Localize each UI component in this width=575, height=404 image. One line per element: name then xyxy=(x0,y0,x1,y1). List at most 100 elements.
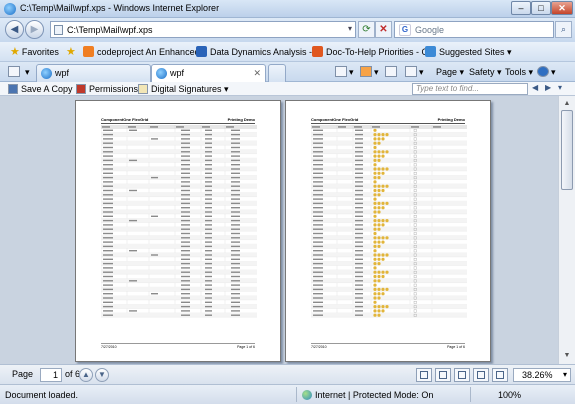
back-button[interactable]: ◀ xyxy=(5,20,24,39)
grid-header-cell xyxy=(150,126,158,128)
grid-cell-price xyxy=(181,293,190,295)
grid-row-band xyxy=(311,235,467,240)
grid-cell-cost xyxy=(231,262,240,265)
grid-row-band xyxy=(311,140,467,146)
print-button[interactable]: ▾ xyxy=(405,66,424,78)
find-next-icon[interactable]: ▶ xyxy=(545,83,551,92)
favorite-link-codeproject[interactable]: codeproject An Enhanced... xyxy=(83,45,207,59)
help-button[interactable]: ▾ xyxy=(537,66,556,78)
close-tab-icon[interactable]: ✕ xyxy=(253,65,261,81)
address-dropdown-icon[interactable]: ▾ xyxy=(348,24,352,33)
rating-star xyxy=(381,236,385,240)
zoom-value: 38.26% xyxy=(522,370,553,380)
rating-star xyxy=(373,266,377,270)
grid-cell-name xyxy=(103,224,113,226)
save-icon xyxy=(8,84,18,94)
rating-star xyxy=(385,270,389,274)
zoom-level[interactable]: 100% xyxy=(498,390,521,400)
quick-tabs-icon xyxy=(8,66,20,77)
tab-wpf-1[interactable]: wpf xyxy=(36,64,151,82)
grid-cell-volume xyxy=(355,151,363,153)
find-previous-icon[interactable]: ◀ xyxy=(532,83,538,92)
minimize-button[interactable]: – xyxy=(511,1,531,15)
add-favorite-button[interactable]: ★ xyxy=(66,45,78,59)
grid-checkbox xyxy=(413,129,417,132)
favorite-link-doc-to-help[interactable]: Doc-To-Help Priorities - C... xyxy=(312,45,436,59)
tab-wpf-2[interactable]: wpf ✕ xyxy=(151,64,266,82)
permissions-label: Permissions xyxy=(89,84,139,94)
grid-cell-price xyxy=(181,297,190,299)
grid-cell-volume xyxy=(355,267,363,269)
rating-star xyxy=(377,201,381,205)
grid-cell-color xyxy=(151,138,158,140)
next-page-button[interactable]: ▼ xyxy=(95,368,109,382)
stop-button[interactable]: ✕ xyxy=(375,21,392,38)
rating-star xyxy=(385,219,389,223)
thumbnails-button[interactable] xyxy=(492,368,508,382)
data-grid xyxy=(101,125,257,318)
grid-cell-weight xyxy=(205,133,212,136)
fit-width-button[interactable] xyxy=(435,368,451,382)
two-pages-button[interactable] xyxy=(473,368,489,382)
grid-cell-price xyxy=(181,219,190,222)
vertical-scrollbar[interactable]: ▲ ▼ xyxy=(558,96,575,364)
suggested-sites-button[interactable]: Suggested Sites ▾ xyxy=(425,45,512,59)
security-zone[interactable]: Internet | Protected Mode: On xyxy=(302,390,433,400)
grid-cell-name xyxy=(103,314,113,316)
rating-star xyxy=(373,300,377,304)
rating-star xyxy=(373,270,377,274)
grid-cell-weight xyxy=(205,172,212,174)
grid-cell-volume xyxy=(355,275,363,278)
rating-star xyxy=(373,184,377,188)
home-button[interactable]: ▾ xyxy=(335,66,354,78)
ie-logo-icon xyxy=(4,3,16,15)
refresh-button[interactable]: ⟳ xyxy=(358,21,375,38)
previous-page-button[interactable]: ▲ xyxy=(79,368,93,382)
grid-cell-name xyxy=(313,314,323,316)
refresh-icon: ⟳ xyxy=(362,24,371,35)
find-input[interactable]: Type text to find... xyxy=(412,83,528,95)
safety-menu[interactable]: Safety ▾ xyxy=(469,66,502,78)
whole-page-button[interactable] xyxy=(454,368,470,382)
quick-tabs-button[interactable] xyxy=(8,66,22,78)
digital-signatures-button[interactable]: Digital Signatures ▾ xyxy=(138,83,229,95)
scroll-up-icon[interactable]: ▲ xyxy=(561,98,573,110)
find-options-icon[interactable]: ▾ xyxy=(558,83,562,92)
zoom-select[interactable]: 38.26% ▾ xyxy=(513,368,571,382)
grid-cell-cost xyxy=(231,267,240,269)
page-menu[interactable]: Page ▾ xyxy=(436,66,464,78)
favorites-button[interactable]: ★ Favorites xyxy=(10,45,59,59)
grid-checkbox xyxy=(413,275,417,278)
maximize-button[interactable]: □ xyxy=(531,1,551,15)
save-copy-button[interactable]: Save A Copy xyxy=(8,83,73,95)
grid-row-band xyxy=(311,175,467,180)
favorites-bar: ★ Favorites ★ codeproject An Enhanced... … xyxy=(0,42,575,62)
feeds-button[interactable]: ▾ xyxy=(360,66,379,78)
grid-cell-price xyxy=(181,258,190,260)
permissions-button[interactable]: Permissions xyxy=(76,83,138,95)
tools-menu[interactable]: Tools ▾ xyxy=(505,66,533,78)
grid-row-band xyxy=(311,218,467,223)
grid-checkbox xyxy=(413,301,417,304)
grid-header-cell xyxy=(433,126,441,128)
mail-button[interactable] xyxy=(385,66,399,78)
scroll-thumb[interactable] xyxy=(561,110,573,190)
scroll-down-icon[interactable]: ▼ xyxy=(561,350,573,362)
tab-list-button[interactable]: ▾ xyxy=(25,66,30,78)
close-button[interactable]: ✕ xyxy=(551,1,573,15)
search-button[interactable]: ⌕ xyxy=(555,21,572,38)
grid-cell-weight xyxy=(205,185,212,187)
search-input[interactable]: G Google xyxy=(394,21,554,38)
page-number-input[interactable]: 1 xyxy=(40,368,62,382)
status-separator xyxy=(296,387,297,402)
rating-star xyxy=(373,253,377,257)
footer-rule xyxy=(311,343,465,344)
rating-star xyxy=(377,296,381,300)
mail-icon xyxy=(385,66,397,77)
actual-size-button[interactable] xyxy=(416,368,432,382)
forward-button[interactable]: ▶ xyxy=(25,20,44,39)
grid-cell-weight xyxy=(205,293,212,295)
favorite-link-data-dynamics[interactable]: Data Dynamics Analysis - ... xyxy=(196,45,322,59)
address-bar[interactable]: C:\Temp\Mail\wpf.xps ▾ xyxy=(50,21,356,38)
new-tab-button[interactable] xyxy=(268,64,286,82)
